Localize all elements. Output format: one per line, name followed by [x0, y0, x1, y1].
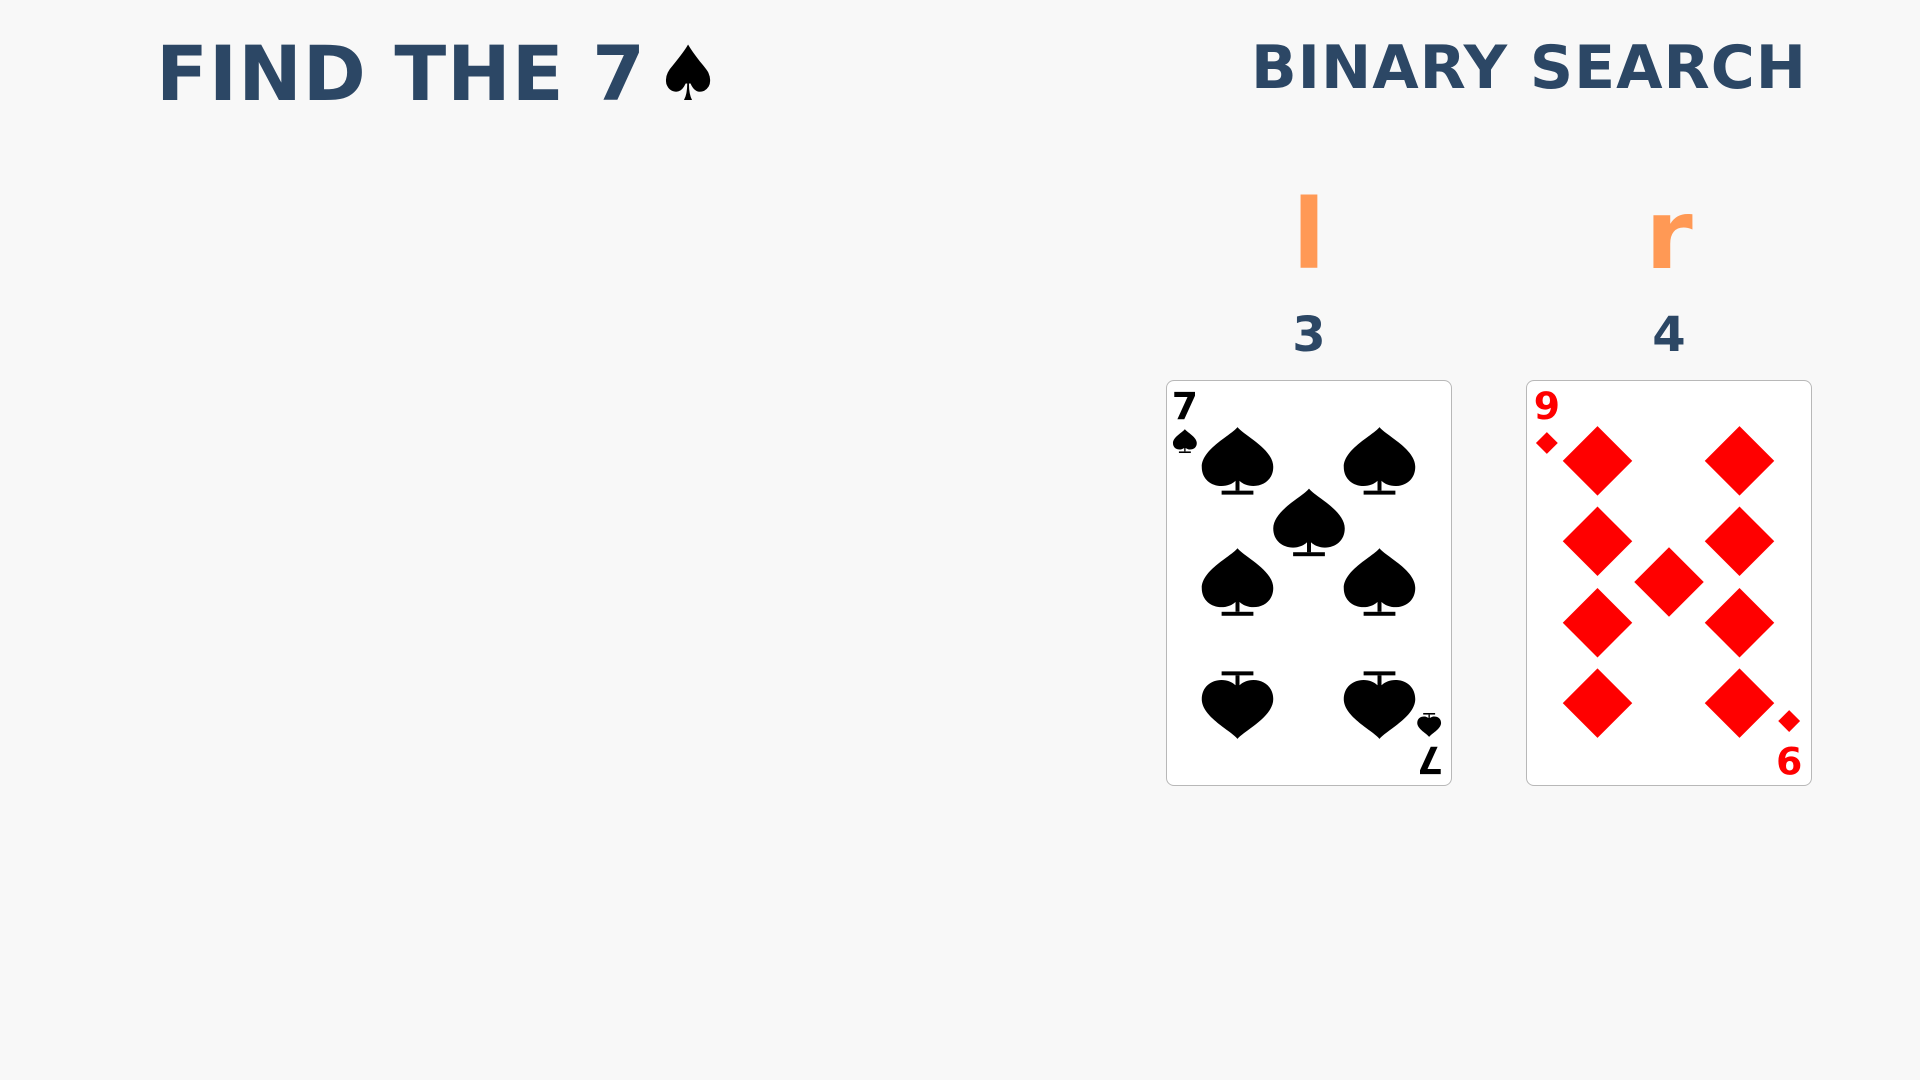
card-face: 7 7	[1172, 384, 1444, 782]
pip-spade-icon	[1343, 548, 1416, 616]
stage: FIND THE 7 ♠ BINARY SEARCH l 3 r 4 7 7 9…	[0, 0, 1920, 1080]
pip-diamond-icon	[1562, 506, 1633, 577]
left-pointer-column: l 3	[1166, 180, 1452, 380]
card-corner-spade-icon	[1172, 429, 1197, 454]
card-rank-bottom: 9	[1776, 738, 1802, 782]
playing-card-seven-of-spades[interactable]: 7 7	[1166, 380, 1452, 786]
pip-spade-icon	[1343, 671, 1416, 739]
card-rank-top: 9	[1534, 384, 1560, 428]
pip-diamond-icon	[1704, 668, 1775, 738]
pip-spade-icon	[1343, 427, 1416, 495]
playing-card-nine-of-diamonds[interactable]: 9 9	[1526, 380, 1812, 786]
title-text: FIND THE 7	[156, 29, 647, 118]
pip-spade-icon	[1201, 427, 1274, 495]
right-pointer-column: r 4	[1526, 180, 1812, 380]
pip-diamond-icon	[1704, 506, 1775, 577]
pip-spade-icon	[1201, 548, 1274, 616]
card-corner-diamond-icon	[1535, 432, 1558, 454]
spade-icon: ♠	[654, 29, 724, 118]
right-index: 4	[1652, 307, 1686, 363]
right-pointer-label: r	[1645, 179, 1693, 291]
pip-diamond-icon	[1562, 426, 1633, 496]
left-index: 3	[1292, 307, 1326, 363]
page-title: FIND THE 7 ♠	[156, 28, 723, 119]
pip-diamond-icon	[1704, 426, 1775, 496]
card-rank-top: 7	[1172, 384, 1198, 428]
pip-diamond-icon	[1562, 587, 1633, 658]
card-corner-diamond-icon	[1778, 710, 1801, 732]
pip-diamond-icon	[1704, 587, 1775, 658]
card-rank-bottom: 7	[1417, 738, 1443, 782]
pip-diamond-icon	[1634, 547, 1704, 617]
pip-spade-icon	[1201, 671, 1274, 739]
card-face: 9 9	[1534, 384, 1803, 782]
algorithm-label: BINARY SEARCH	[1250, 33, 1807, 103]
pip-diamond-icon	[1562, 668, 1633, 738]
card-corner-spade-icon	[1417, 712, 1442, 737]
pip-spade-icon	[1273, 488, 1345, 557]
left-pointer-label: l	[1292, 179, 1326, 291]
